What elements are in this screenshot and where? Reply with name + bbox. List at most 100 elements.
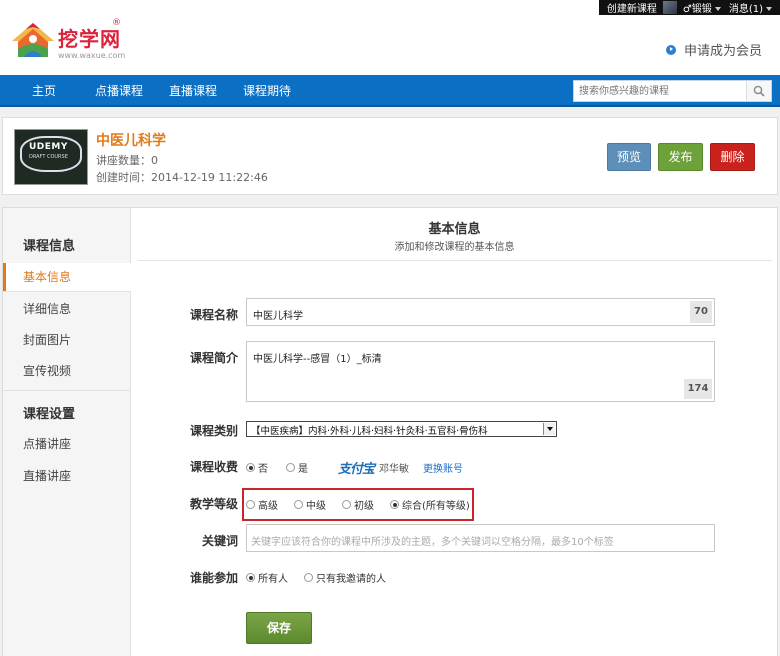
chevron-down-icon[interactable] (543, 423, 555, 435)
logo-url: www.waxue.com (58, 51, 126, 60)
course-name-value: 中医儿科学 (253, 311, 303, 322)
user-avatar[interactable] (662, 1, 677, 14)
user-toolbar: 创建新课程 ♂锻锻 消息(1) (598, 0, 780, 15)
apply-member-link[interactable]: 申请成为会员 (665, 40, 762, 59)
messages-menu[interactable]: 消息(1) (725, 0, 776, 15)
course-summary-panel: UDEMY DRAFT COURSE 中医儿科学 讲座数量：0 创建时间：201… (2, 117, 778, 195)
thumbnail-title: UDEMY (29, 142, 68, 152)
chevron-down-icon (714, 7, 721, 11)
course-intro-textarea[interactable]: 中医儿科学--感冒（1）_标清 174 (246, 341, 715, 402)
user-name: 锻锻 (691, 4, 712, 15)
site-logo[interactable]: 挖学网 ® www.waxue.com (10, 17, 130, 65)
fee-option-no[interactable]: 否 (246, 460, 268, 475)
sidebar-heading-course-info: 课程信息 (23, 239, 76, 254)
audience-option-invited-label: 只有我邀请的人 (316, 574, 386, 585)
audience-option-everyone-label: 所有人 (258, 574, 288, 585)
level-option-intermediate-label: 中级 (306, 501, 326, 512)
form-subtitle: 添加和修改课程的基本信息 (394, 242, 515, 253)
alipay-logo: 支付宝 (338, 462, 375, 477)
search-icon (753, 85, 765, 97)
sidebar-item-cover-image[interactable]: 封面图片 (3, 326, 130, 354)
alipay-account-name: 邓华敏 (379, 464, 410, 475)
radio-checked[interactable] (390, 500, 399, 509)
sidebar-item-live-lectures[interactable]: 直播讲座 (3, 462, 130, 490)
radio-checked[interactable] (246, 463, 255, 472)
audience-option-invited[interactable]: 只有我邀请的人 (304, 570, 386, 585)
teaching-level-options: 高级 中级 初级 综合(所有等级) (246, 497, 470, 512)
main-nav: 主页 点播课程 直播课程 课程期待 (0, 75, 780, 107)
sidebar-item-basic-info[interactable]: 基本信息 (3, 263, 131, 291)
level-option-all[interactable]: 综合(所有等级) (390, 497, 470, 512)
radio-unchecked[interactable] (286, 463, 295, 472)
radio-unchecked[interactable] (294, 500, 303, 509)
apply-member-label: 申请成为会员 (683, 44, 762, 59)
teaching-level-label: 教学等级 (189, 497, 238, 511)
play-circle-icon (665, 44, 676, 55)
search-input[interactable] (574, 81, 746, 101)
lecture-count: 讲座数量：0 (96, 154, 158, 167)
sidebar-item-promo-video[interactable]: 宣传视频 (3, 357, 130, 385)
course-name-label: 课程名称 (189, 308, 238, 322)
fee-option-yes[interactable]: 是 (286, 460, 308, 475)
audience-option-everyone[interactable]: 所有人 (246, 570, 288, 585)
top-strip: 创建新课程 ♂锻锻 消息(1) (0, 0, 780, 15)
main-panel: 课程信息 基本信息 详细信息 封面图片 宣传视频 课程设置 点播讲座 直播讲座 … (2, 207, 778, 656)
radio-unchecked[interactable] (342, 500, 351, 509)
fee-option-yes-label: 是 (298, 464, 308, 475)
keywords-input[interactable]: 关键字应该符合你的课程中所涉及的主题，多个关键词以空格分隔，最多10个标签 (246, 524, 715, 552)
delete-button[interactable]: 删除 (710, 143, 755, 171)
nav-course-wishlist[interactable]: 课程期待 (243, 75, 291, 107)
messages-label: 消息(1) (728, 4, 763, 15)
change-account-link[interactable]: 更换账号 (423, 460, 463, 475)
keywords-label: 关键词 (201, 534, 238, 548)
site-header: 挖学网 ® www.waxue.com 申请成为会员 (0, 15, 780, 75)
sidebar-heading-course-settings: 课程设置 (23, 407, 76, 422)
logo-house-icon (12, 23, 54, 57)
preview-button[interactable]: 预览 (607, 143, 651, 171)
sidebar-divider (3, 390, 130, 391)
nav-home[interactable]: 主页 (32, 75, 56, 107)
create-course-link[interactable]: 创建新课程 (603, 0, 661, 15)
search-button[interactable] (746, 81, 771, 101)
chevron-down-icon (766, 7, 772, 11)
level-option-advanced[interactable]: 高级 (246, 497, 278, 512)
sidebar-item-vod-lectures[interactable]: 点播讲座 (3, 430, 130, 458)
publish-button[interactable]: 发布 (658, 143, 703, 171)
sidebar-item-details[interactable]: 详细信息 (3, 295, 130, 323)
course-fee-label: 课程收费 (189, 460, 238, 474)
radio-unchecked[interactable] (246, 500, 255, 509)
keywords-placeholder: 关键字应该符合你的课程中所涉及的主题，多个关键词以空格分隔，最多10个标签 (251, 537, 614, 548)
course-category-label: 课程类别 (189, 424, 238, 438)
level-option-intermediate[interactable]: 中级 (294, 497, 326, 512)
level-option-advanced-label: 高级 (258, 501, 278, 512)
level-option-beginner-label: 初级 (354, 501, 374, 512)
form-title: 基本信息 (428, 222, 481, 237)
save-button[interactable]: 保存 (246, 612, 312, 644)
level-option-beginner[interactable]: 初级 (342, 497, 374, 512)
search-box (573, 80, 772, 102)
course-fee-options: 否 是 支付宝 邓华敏 更换账号 (246, 458, 463, 477)
level-option-all-label: 综合(所有等级) (402, 501, 470, 512)
audience-options: 所有人 只有我邀请的人 (246, 570, 386, 585)
nav-live-courses[interactable]: 直播课程 (169, 75, 217, 107)
thumbnail-subtitle: DRAFT COURSE (29, 154, 68, 160)
basic-info-form: 基本信息 添加和修改课程的基本信息 课程名称 中医儿科学 70 课程简介 中医儿… (132, 208, 777, 656)
course-intro-label: 课程简介 (189, 351, 238, 365)
user-menu[interactable]: ♂锻锻 (679, 0, 725, 15)
course-name-field[interactable]: 中医儿科学 70 (246, 298, 715, 326)
sidebar-divider (3, 291, 130, 292)
radio-checked[interactable] (246, 573, 255, 582)
created-time: 创建时间：2014-12-19 11:22:46 (96, 171, 268, 184)
course-thumbnail: UDEMY DRAFT COURSE (14, 129, 88, 185)
course-category-value: 【中医疾病】内科·外科·儿科·妇科·针灸科·五官科·骨伤科 (251, 426, 488, 437)
course-name-counter: 70 (690, 301, 712, 323)
radio-unchecked[interactable] (304, 573, 313, 582)
sidebar: 课程信息 基本信息 详细信息 封面图片 宣传视频 课程设置 点播讲座 直播讲座 (3, 208, 131, 656)
course-intro-value: 中医儿科学--感冒（1）_标清 (253, 354, 382, 365)
nav-vod-courses[interactable]: 点播课程 (95, 75, 143, 107)
fee-option-no-label: 否 (258, 464, 268, 475)
course-intro-counter: 174 (684, 379, 712, 399)
course-category-select[interactable]: 【中医疾病】内科·外科·儿科·妇科·针灸科·五官科·骨伤科 (246, 421, 557, 437)
form-divider (138, 260, 772, 261)
audience-label: 谁能参加 (189, 571, 238, 585)
